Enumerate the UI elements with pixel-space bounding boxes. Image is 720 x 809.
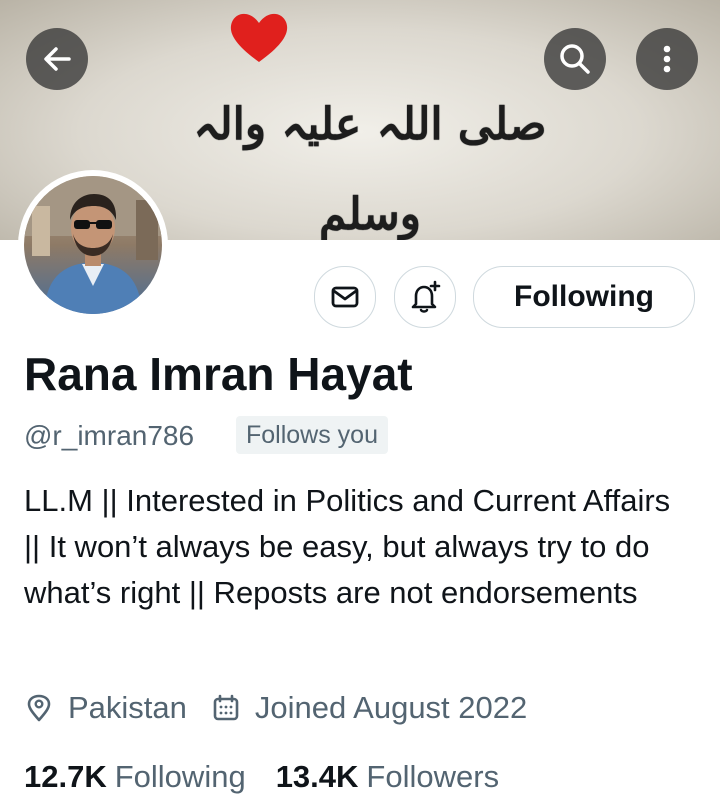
follows-you-badge: Follows you (236, 416, 388, 454)
joined-text: Joined August 2022 (254, 690, 528, 725)
following-count: 12.7K (24, 759, 107, 794)
arrow-left-icon (44, 47, 71, 71)
following-label: Following (114, 759, 246, 794)
followers-label: Followers (366, 759, 500, 794)
message-button[interactable] (314, 266, 376, 328)
heart-icon (230, 13, 288, 62)
search-button[interactable] (544, 28, 606, 90)
search-icon (560, 44, 590, 74)
profile-photo (24, 176, 162, 314)
location-text: Pakistan (68, 690, 187, 725)
more-button[interactable] (636, 28, 698, 90)
following-count-link[interactable]: 12.7K Following (24, 759, 246, 795)
banner-calligraphy: صلی اللہ علیہ والہ وسلم (193, 99, 547, 240)
avatar[interactable] (18, 170, 168, 320)
calendar-icon (213, 694, 239, 721)
bell-plus-icon (411, 280, 441, 313)
following-button[interactable]: Following (473, 266, 695, 328)
profile-bio: LL.M || Interested in Politics and Curre… (24, 483, 671, 610)
display-name: Rana Imran Hayat (24, 348, 413, 400)
location-item: Pakistan (24, 690, 187, 726)
location-pin-icon (27, 694, 51, 722)
more-vertical-icon (663, 45, 671, 73)
joined-item: Joined August 2022 (211, 690, 527, 726)
follow-counts: 12.7K Following 13.4K Followers (24, 752, 499, 802)
followers-count-link[interactable]: 13.4K Followers (276, 759, 499, 795)
profile-meta: Pakistan Joined August 2022 (24, 684, 527, 732)
avatar-illustration (24, 176, 162, 314)
envelope-icon (331, 286, 359, 308)
back-button[interactable] (26, 28, 88, 90)
username-handle: @r_imran786 (24, 420, 195, 451)
followers-count: 13.4K (275, 759, 359, 794)
notifications-button[interactable] (394, 266, 456, 328)
